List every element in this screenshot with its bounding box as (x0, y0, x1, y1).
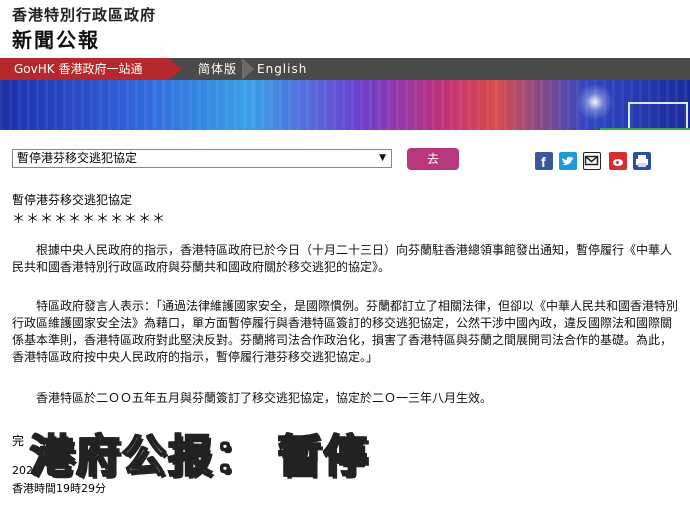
article-end-mark: 完 (12, 434, 25, 448)
top-navigation-bar: GovHK 香港政府一站通 简体版 English (0, 58, 690, 80)
chevron-down-icon: ▼ (379, 153, 386, 163)
article-title: 暫停港芬移交逃犯協定 (12, 193, 133, 207)
press-releases-title: 新聞公報 (12, 28, 100, 52)
go-button[interactable]: 去 (407, 148, 459, 170)
email-icon[interactable] (583, 152, 601, 170)
nav-separator (242, 58, 254, 80)
video-caption-overlay: 港府公报： 暂停 (29, 430, 370, 483)
page-header: 香港特別行政區政府 新聞公報 (0, 0, 690, 56)
press-release-selector[interactable]: 暫停港芬移交逃犯協定 ▼ (12, 149, 392, 168)
article-paragraph: 特區政府發言人表示：「通過法律維護國家安全，是國際慣例。芬蘭都訂立了相關法律，但… (12, 299, 679, 364)
article-paragraph: 根據中央人民政府的指示，香港特區政府已於今日（十月二十三日）向芬蘭駐香港總領事館… (12, 243, 673, 274)
govhk-link[interactable]: GovHK 香港政府一站通 (0, 58, 168, 80)
article-paragraph: 香港特區於二ＯＯ五年五月與芬蘭簽訂了移交逃犯協定，協定於二Ｏ一三年八月生效。 (36, 391, 493, 405)
banner-frame-graphic (628, 102, 688, 130)
title-divider-stars: ＊＊＊＊＊＊＊＊＊＊＊ (12, 212, 167, 227)
banner-green-line (600, 128, 690, 130)
weibo-icon[interactable] (609, 152, 627, 170)
twitter-icon[interactable] (559, 152, 577, 170)
english-link[interactable]: English (257, 58, 307, 80)
simplified-chinese-link[interactable]: 简体版 (198, 58, 237, 80)
facebook-icon[interactable]: f (535, 152, 553, 170)
print-icon[interactable] (633, 152, 651, 170)
nav-arrow-decoration (168, 58, 182, 80)
decorative-banner (0, 80, 690, 130)
selector-value: 暫停港芬移交逃犯協定 (17, 151, 138, 165)
banner-light-flare (575, 82, 615, 122)
government-name: 香港特別行政區政府 (12, 6, 157, 24)
svg-text:f: f (541, 154, 546, 170)
